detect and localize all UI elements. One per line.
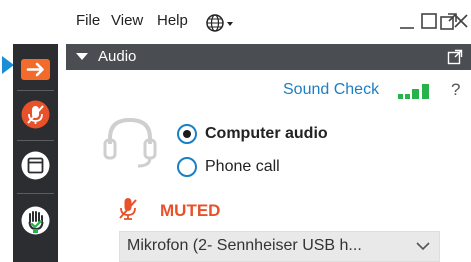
sidebar-item-mute[interactable] <box>18 97 53 132</box>
mute-status: MUTED <box>160 201 221 220</box>
chevron-down-icon <box>416 242 430 251</box>
microphone-select-value: Mikrofon (2- Sennheiser USB h... <box>127 237 362 254</box>
computer-audio-label[interactable]: Computer audio <box>205 125 328 143</box>
control-sidebar <box>13 44 58 262</box>
phone-call-label[interactable]: Phone call <box>205 158 280 176</box>
mic-muted-status-icon <box>119 198 137 220</box>
sidebar-divider <box>17 140 54 141</box>
sidebar-item-arrow[interactable] <box>18 52 53 87</box>
headset-icon <box>103 117 157 168</box>
radio-selected-dot <box>183 130 191 138</box>
globe-icon[interactable] <box>206 13 240 33</box>
radio-computer-audio[interactable] <box>177 124 197 144</box>
main-window: File View Help Audio Sound Check ? Compu… <box>66 0 471 262</box>
sidebar-item-raise-hand[interactable] <box>18 203 53 238</box>
panel-popout-icon[interactable] <box>447 49 463 65</box>
mic-muted-icon <box>21 100 50 129</box>
window-icon <box>21 151 50 180</box>
radio-phone-call[interactable] <box>177 157 197 177</box>
arrow-right-icon <box>21 59 50 80</box>
panel-title: Audio <box>98 48 137 65</box>
help-icon[interactable]: ? <box>451 80 460 100</box>
menu-bar: File View Help <box>66 0 471 44</box>
microphone-select[interactable]: Mikrofon (2- Sennheiser USB h... <box>119 231 440 262</box>
signal-meter-icon <box>398 84 429 99</box>
minimize-icon[interactable] <box>396 10 418 32</box>
collapse-icon[interactable] <box>76 53 88 60</box>
menu-view[interactable]: View <box>111 12 143 29</box>
close-icon[interactable] <box>450 10 471 32</box>
maximize-icon[interactable] <box>418 10 440 32</box>
sidebar-divider <box>17 90 54 91</box>
menu-file[interactable]: File <box>76 12 100 29</box>
menu-help[interactable]: Help <box>157 12 188 29</box>
sidebar-item-window[interactable] <box>18 148 53 183</box>
hand-icon <box>21 206 50 235</box>
sound-check-link[interactable]: Sound Check <box>283 81 379 99</box>
audio-panel-header[interactable]: Audio <box>66 44 471 70</box>
sidebar-divider <box>17 193 54 194</box>
